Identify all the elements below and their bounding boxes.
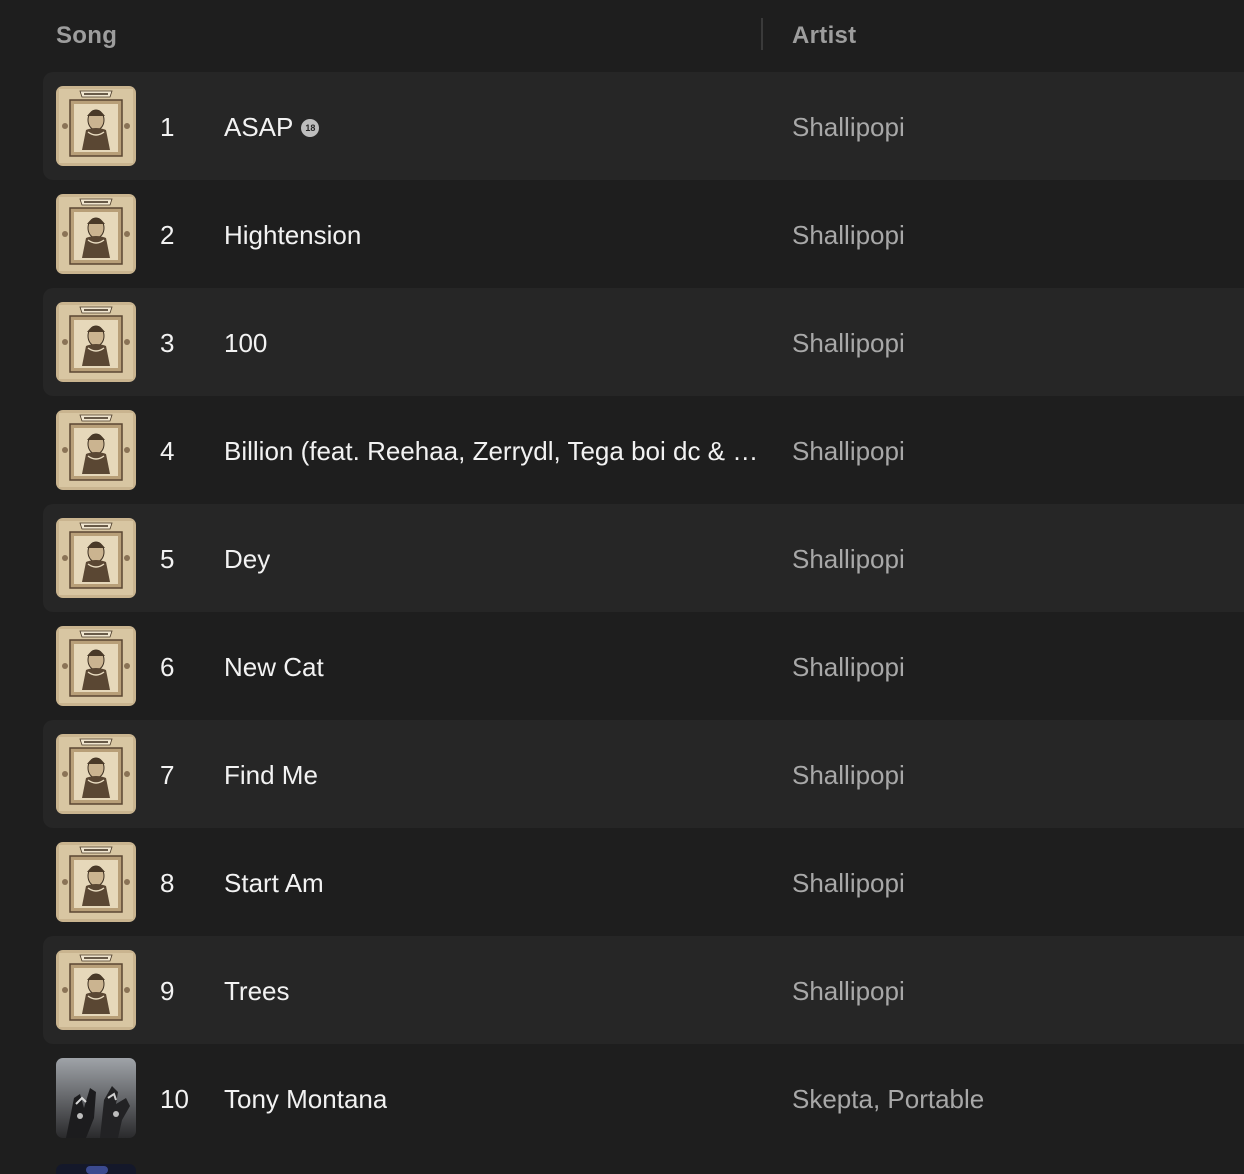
track-number: 5 bbox=[160, 544, 175, 574]
album-artwork[interactable] bbox=[56, 518, 136, 598]
track-row[interactable]: 2 Hightension Shallipopi bbox=[43, 180, 1244, 288]
track-number: 7 bbox=[160, 760, 175, 790]
track-number: 8 bbox=[160, 868, 175, 898]
track-artist[interactable]: Shallipopi bbox=[792, 436, 905, 467]
explicit-badge-icon: 18 bbox=[301, 118, 320, 137]
table-header: Song Artist bbox=[0, 0, 1244, 70]
track-artist[interactable]: Shallipopi bbox=[792, 544, 905, 575]
track-title-text: Billion (feat. Reehaa, Zerrydl, Tega boi… bbox=[224, 436, 759, 466]
album-artwork[interactable] bbox=[56, 410, 136, 490]
track-title-text: Start Am bbox=[224, 868, 324, 898]
track-row[interactable]: 8 Start Am Shallipopi bbox=[43, 828, 1244, 936]
track-artist[interactable]: Shallipopi bbox=[792, 976, 905, 1007]
track-title-text: Tony Montana bbox=[224, 1084, 388, 1114]
track-row[interactable]: 1 ASAP 18 Shallipopi bbox=[43, 72, 1244, 180]
track-number: 4 bbox=[160, 436, 175, 466]
album-artwork[interactable] bbox=[56, 950, 136, 1030]
track-row[interactable]: 10 Tony Montana Skepta, Portable bbox=[43, 1044, 1244, 1152]
track-title-text: Dey bbox=[224, 544, 271, 574]
track-title-text: ASAP bbox=[224, 112, 294, 142]
track-artist[interactable]: Shallipopi bbox=[792, 652, 905, 683]
song-list-view: Song Artist 1 ASAP 18 Shallipopi 2 Hightensi… bbox=[0, 0, 1244, 1174]
track-number: 3 bbox=[160, 328, 175, 358]
artist-column-header[interactable]: Artist bbox=[792, 22, 856, 50]
track-title[interactable]: Start Am bbox=[224, 868, 324, 899]
track-artist[interactable]: Skepta, Portable bbox=[792, 1084, 984, 1115]
album-artwork[interactable] bbox=[56, 302, 136, 382]
album-artwork[interactable] bbox=[56, 86, 136, 166]
track-title[interactable]: Billion (feat. Reehaa, Zerrydl, Tega boi… bbox=[224, 436, 758, 467]
track-title-text: 100 bbox=[224, 328, 268, 358]
album-artwork[interactable] bbox=[56, 842, 136, 922]
track-title[interactable]: Trees bbox=[224, 976, 290, 1007]
track-title[interactable]: Tony Montana bbox=[224, 1084, 387, 1115]
track-artist[interactable]: Shallipopi bbox=[792, 868, 905, 899]
track-row[interactable]: 6 New Cat Shallipopi bbox=[43, 612, 1244, 720]
track-number: 2 bbox=[160, 220, 175, 250]
track-artist[interactable]: Shallipopi bbox=[792, 328, 905, 359]
track-row[interactable]: 4 Billion (feat. Reehaa, Zerrydl, Tega bo… bbox=[43, 396, 1244, 504]
track-title[interactable]: ASAP 18 bbox=[224, 112, 320, 143]
track-row[interactable]: 5 Dey Shallipopi bbox=[43, 504, 1244, 612]
track-number: 6 bbox=[160, 652, 175, 682]
track-list: 1 ASAP 18 Shallipopi 2 Hightension Shallipopi… bbox=[43, 72, 1244, 1152]
album-artwork[interactable] bbox=[56, 626, 136, 706]
column-divider[interactable] bbox=[761, 18, 763, 50]
album-artwork[interactable] bbox=[56, 194, 136, 274]
song-column-header[interactable]: Song bbox=[56, 22, 117, 50]
track-number: 9 bbox=[160, 976, 175, 1006]
album-artwork[interactable] bbox=[56, 734, 136, 814]
track-title[interactable]: Hightension bbox=[224, 220, 361, 251]
track-title[interactable]: Dey bbox=[224, 544, 270, 575]
track-row[interactable]: 3 100 Shallipopi bbox=[43, 288, 1244, 396]
track-title[interactable]: New Cat bbox=[224, 652, 324, 683]
track-number: 10 bbox=[160, 1084, 189, 1114]
track-title-text: Find Me bbox=[224, 760, 318, 790]
track-number: 1 bbox=[160, 112, 175, 142]
track-artist[interactable]: Shallipopi bbox=[792, 112, 905, 143]
track-title-text: Trees bbox=[224, 976, 290, 1006]
track-row[interactable]: 7 Find Me Shallipopi bbox=[43, 720, 1244, 828]
album-artwork[interactable] bbox=[56, 1058, 136, 1138]
track-title[interactable]: 100 bbox=[224, 328, 267, 359]
next-track-artwork-partial bbox=[56, 1164, 136, 1174]
track-row[interactable]: 9 Trees Shallipopi bbox=[43, 936, 1244, 1044]
track-artist[interactable]: Shallipopi bbox=[792, 760, 905, 791]
track-artist[interactable]: Shallipopi bbox=[792, 220, 905, 251]
track-title-text: Hightension bbox=[224, 220, 362, 250]
track-title[interactable]: Find Me bbox=[224, 760, 318, 791]
track-title-text: New Cat bbox=[224, 652, 324, 682]
